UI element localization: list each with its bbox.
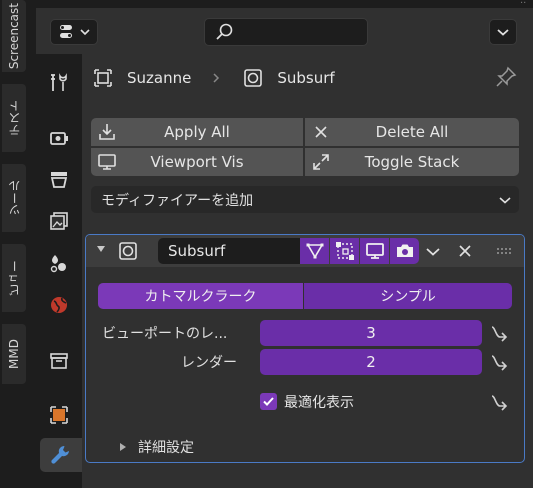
chevron-down-icon [497,29,509,36]
optimal-display-label: 最適化表示 [284,395,354,411]
modifier-extras-dropdown[interactable] [424,242,442,260]
tab-view-layer[interactable] [42,204,76,238]
properties-editor-icon [60,25,72,38]
tab-world[interactable] [42,288,76,322]
side-tab-label: テスト [7,100,22,136]
monitor-icon [365,243,384,259]
editor-type-selector[interactable] [50,19,98,45]
object-icon [50,406,68,424]
levels-viewport-value: 3 [366,324,376,342]
pin-icon [496,66,517,87]
scene-icon [50,255,66,273]
animate-property-icon [491,326,508,342]
modifier-name-field[interactable]: Subsurf [158,238,300,264]
sidebar-tab-strip: Screencast テスト ツール ビュー MMD [0,0,30,488]
advanced-subpanel-header[interactable]: 詳細設定 [118,437,194,457]
tab-render[interactable] [42,120,76,154]
output-icon [50,172,68,188]
animate-property-icon [491,395,508,411]
side-tab-label: ビュー [7,260,22,296]
add-modifier-dropdown[interactable]: モディファイアーを追加 [91,186,519,213]
close-icon [459,245,471,257]
breadcrumb-object: Suzanne [127,69,192,87]
drag-handle[interactable] [495,244,515,258]
toggle-stack-label: Toggle Stack [364,153,460,171]
animate-property-icon [491,355,508,371]
keyframe-toggle[interactable] [488,322,510,344]
subsurf-modifier-icon [244,69,263,87]
side-tab-tool[interactable]: ツール [2,164,26,232]
chevron-right-icon [213,73,220,83]
method-option-label: シンプル [380,289,436,305]
breadcrumb: Suzanne Subsurf [93,64,335,92]
search-input[interactable] [204,18,368,46]
levels-render-row: レンダー 2 [0,349,533,375]
triangle-right-icon [120,443,126,451]
keyframe-toggle[interactable] [488,351,510,373]
search-icon [216,23,233,40]
levels-viewport-field[interactable]: 3 [260,320,482,346]
chevron-down-icon [426,247,440,256]
side-tab-screencast[interactable]: Screencast [2,0,26,72]
method-option-simple[interactable]: シンプル [304,283,512,309]
tab-object[interactable] [42,398,76,432]
checkmark-icon [263,397,274,406]
cage-icon [335,242,354,260]
remove-modifier-button[interactable] [456,242,474,260]
pin-button[interactable] [495,66,517,88]
properties-tab-column [36,54,82,488]
levels-viewport-label: ビューポートのレ... [102,326,228,342]
cage-toggle[interactable] [330,238,359,264]
advanced-subpanel-label: 詳細設定 [138,440,194,456]
triangle-down-icon [97,246,105,252]
options-dropdown-button[interactable] [489,19,517,45]
modifier-type-icon [118,241,138,261]
breadcrumb-modifier: Subsurf [277,69,335,87]
object-icon [94,69,112,87]
side-tab-label: Screencast [7,2,21,70]
delete-all-button[interactable]: Delete All [305,118,519,146]
levels-viewport-row: ビューポートのレ... 3 [0,320,533,346]
levels-render-field[interactable]: 2 [260,349,482,375]
chevron-down-icon [499,196,511,204]
tab-modifiers[interactable] [40,438,82,472]
method-option-label: カトマルクラーク [144,289,257,305]
grip-icon [497,248,511,254]
viewport-vis-label: Viewport Vis [150,153,244,171]
tab-output[interactable] [42,162,76,196]
apply-all-button[interactable]: Apply All [91,118,303,146]
render-toggle[interactable] [390,238,419,264]
edit-mode-icon [306,243,323,259]
apply-all-label: Apply All [164,123,230,141]
side-tab-label: ツール [7,180,22,216]
tool-icon [51,73,67,91]
world-icon [51,297,67,313]
delete-all-label: Delete All [375,123,449,141]
side-tab-test[interactable]: テスト [2,84,26,152]
render-icon [50,132,68,145]
keyframe-toggle[interactable] [488,391,510,413]
wrench-icon [51,446,69,464]
side-tab-view[interactable]: ビュー [2,244,26,312]
method-option-catmull-clark[interactable]: カトマルクラーク [98,283,303,309]
modifier-name-value: Subsurf [168,242,226,260]
add-modifier-label: モディファイアーを追加 [101,192,254,209]
tab-scene[interactable] [42,246,76,280]
optimal-display-checkbox[interactable] [260,393,277,410]
chevron-down-icon [80,29,90,36]
camera-icon [396,244,413,257]
editor-header [36,8,533,54]
edit-mode-toggle[interactable] [300,238,329,264]
toggle-stack-button[interactable]: Toggle Stack [305,148,519,176]
viewport-vis-button[interactable]: Viewport Vis [91,148,303,176]
collapse-toggle[interactable] [95,243,107,255]
subsurf-modifier-icon [119,242,137,260]
tab-tool[interactable] [42,66,76,100]
viewport-display-toggle[interactable] [360,238,389,264]
levels-render-label: レンダー [181,355,237,371]
levels-render-value: 2 [366,353,376,371]
view-layer-icon [50,212,68,230]
